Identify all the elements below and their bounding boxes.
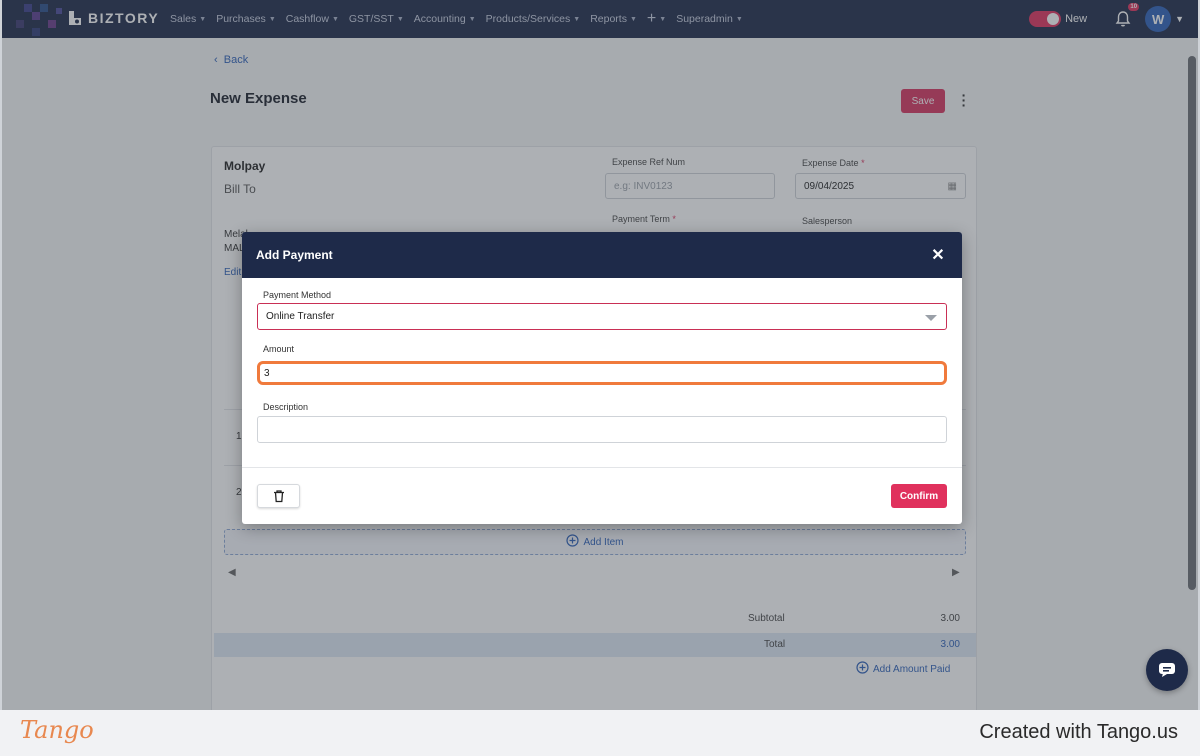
modal-footer-divider [242, 467, 962, 468]
close-icon[interactable]: ✕ [928, 245, 948, 265]
delete-payment-button[interactable] [257, 484, 300, 508]
credit-text: Created with Tango.us [979, 721, 1178, 743]
add-payment-modal: Add Payment ✕ Payment Method Online Tran… [242, 232, 962, 524]
payment-method-value: Online Transfer [266, 311, 335, 322]
trash-icon [273, 490, 284, 503]
modal-header: Add Payment ✕ [242, 232, 962, 278]
payment-method-label: Payment Method [263, 290, 332, 300]
confirm-button[interactable]: Confirm [891, 484, 947, 508]
payment-method-select[interactable]: Online Transfer [257, 303, 947, 330]
chat-widget-button[interactable] [1146, 649, 1188, 691]
description-input[interactable] [257, 416, 947, 443]
browser-viewport: BIZTORY Sales ▼ Purchases ▼ Cashflow ▼ GST/… [0, 0, 1200, 710]
tango-footer: Tango Created with Tango.us [0, 710, 1200, 756]
dropdown-caret-icon [925, 315, 937, 321]
amount-input[interactable]: 3 [257, 361, 947, 385]
tango-logo: Tango [20, 716, 94, 744]
description-label: Description [263, 402, 309, 412]
amount-label: Amount [263, 344, 295, 354]
amount-value: 3 [264, 367, 270, 379]
modal-title: Add Payment [256, 248, 333, 262]
chat-bubble-icon [1159, 663, 1175, 677]
